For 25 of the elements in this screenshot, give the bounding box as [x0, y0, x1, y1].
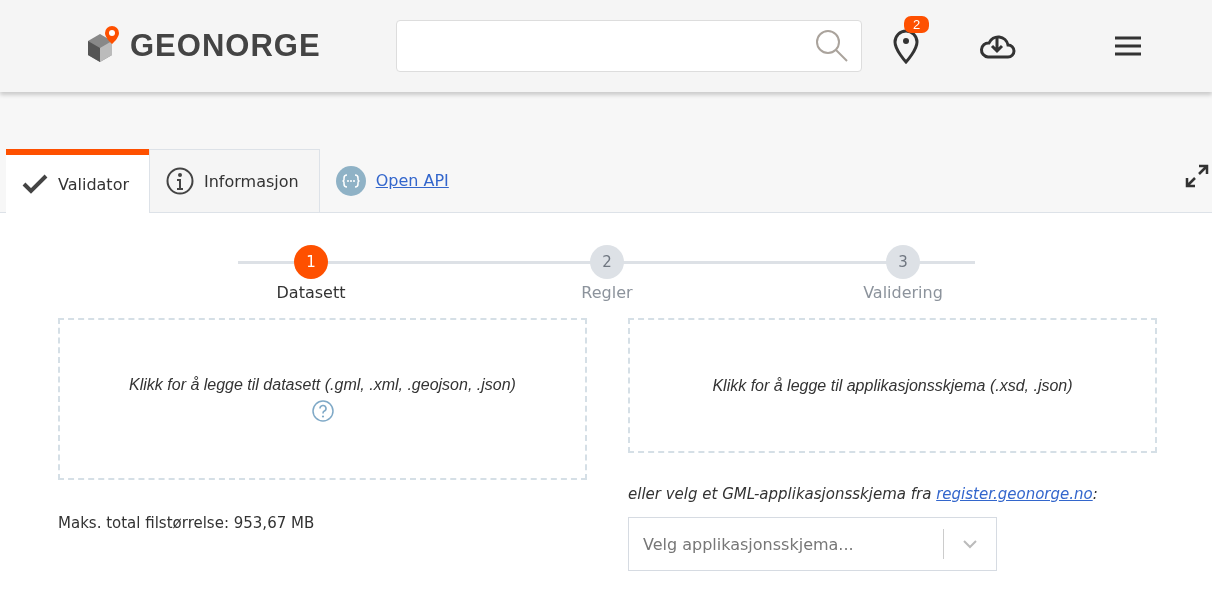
schema-hint-text: eller velg et GML-applikasjonsskjema fra register.geonorge.no: — [628, 485, 1099, 503]
step-number: 2 — [590, 245, 624, 279]
tab[interactable]: Informasjon — [149, 149, 320, 212]
tab[interactable]: Validator — [6, 149, 149, 213]
expand-icon[interactable] — [1184, 163, 1210, 189]
info-icon — [166, 167, 194, 195]
search-field[interactable] — [396, 20, 862, 72]
max-size-text: Maks. total filstørrelse: 953,67 MB — [58, 514, 316, 532]
chevron-down-icon — [962, 539, 978, 549]
schema-select[interactable]: Velg applikasjonsskjema... — [628, 517, 997, 571]
api-link[interactable]: Open API — [319, 149, 469, 212]
dataset-drop-zone[interactable]: Klikk for å legge til datasett (.gml, .xml, .geojson, .json) — [58, 318, 587, 480]
check-icon — [22, 174, 48, 194]
step-number: 3 — [886, 245, 920, 279]
step-label: Datasett — [276, 283, 346, 302]
logo-text: GEONORGE — [130, 28, 321, 64]
menu-button[interactable] — [1114, 36, 1142, 56]
search-icon — [815, 29, 849, 63]
step-number: 1 — [294, 245, 328, 279]
api-icon — [335, 165, 366, 196]
register-link[interactable]: register.geonorge.no — [936, 485, 1093, 503]
notification-badge: 2 — [904, 16, 930, 33]
step-label: Regler — [581, 283, 633, 302]
step-label: Validering — [863, 283, 943, 302]
schema-drop-zone[interactable]: Klikk for å legge til applikasjonsskjema (.xsd, .json) — [628, 318, 1157, 453]
